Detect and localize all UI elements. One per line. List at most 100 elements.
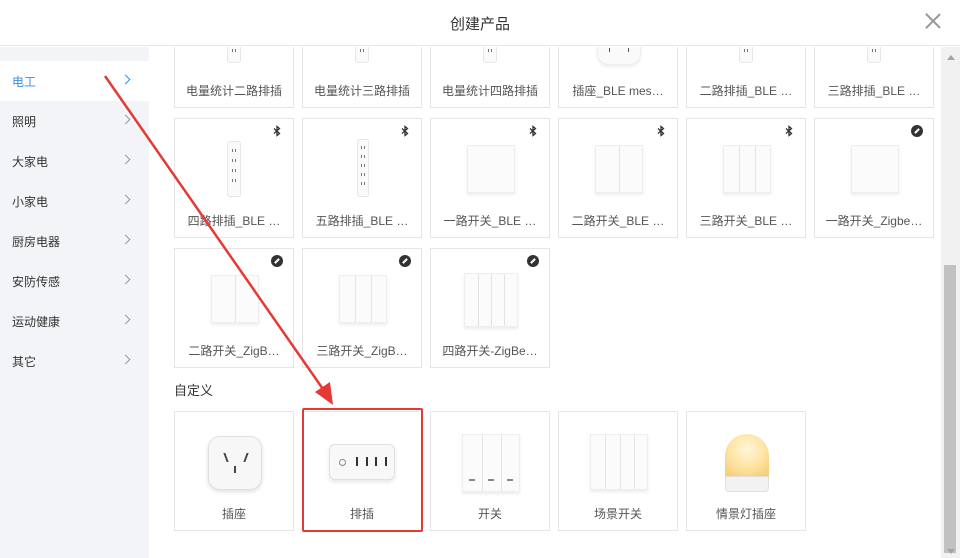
product-label: 插座_BLE mes… (572, 84, 664, 98)
sidebar-item-label: 小家电 (12, 194, 49, 209)
product-grid: 电量统计二路排插 电量统计三路排插 电量统计四路排插 插座_BLE mes… 二… (149, 47, 941, 558)
vertical-scrollbar[interactable] (941, 47, 960, 558)
product-label: 五路排插_BLE … (315, 214, 409, 228)
chevron-right-icon (120, 314, 131, 325)
bluetooth-icon (783, 125, 795, 137)
sidebar-item-label: 其它 (12, 354, 37, 369)
sidebar-item-label: 大家电 (12, 154, 49, 169)
power-strip-icon (483, 47, 497, 63)
chevron-right-icon (120, 114, 131, 125)
product-card[interactable]: 电量统计三路排插 (302, 47, 422, 108)
switch-icon (339, 275, 387, 323)
product-card[interactable]: 二路排插_BLE … (686, 47, 806, 108)
power-strip-icon (227, 47, 241, 63)
zigbee-icon (527, 255, 539, 267)
product-card[interactable]: 三路开关_ZigB… (302, 248, 422, 368)
product-card[interactable]: 插座_BLE mes… (558, 47, 678, 108)
product-label: 场景开关 (593, 507, 642, 521)
switch-icon (851, 145, 899, 193)
power-strip-icon (867, 47, 881, 63)
product-label: 电量统计三路排插 (313, 84, 410, 98)
custom-product-night-light-socket[interactable]: 情景灯插座 (686, 411, 806, 531)
zigbee-icon (399, 255, 411, 267)
product-label: 二路开关_BLE … (571, 214, 665, 228)
power-strip-icon (227, 141, 241, 197)
power-strip-icon (739, 47, 753, 63)
sidebar-item-security[interactable]: 安防传感 (0, 261, 149, 301)
chevron-right-icon (120, 354, 131, 365)
product-label: 三路开关_ZigB… (316, 344, 408, 358)
sidebar-item-electrician[interactable]: 电工 (0, 61, 149, 101)
power-strip-icon (355, 47, 369, 63)
scene-switch-icon (590, 434, 648, 490)
product-label: 三路开关_BLE … (699, 214, 793, 228)
product-label: 一路开关_Zigbe… (825, 214, 923, 228)
product-card[interactable]: 四路排插_BLE … (174, 118, 294, 238)
product-label: 三路排插_BLE … (827, 84, 921, 98)
product-label: 四路排插_BLE … (187, 214, 281, 228)
product-card[interactable]: 三路排插_BLE … (814, 47, 934, 108)
sidebar-item-small-appliance[interactable]: 小家电 (0, 181, 149, 221)
sidebar-item-lighting[interactable]: 照明 (0, 101, 149, 141)
chevron-right-icon (120, 194, 131, 205)
bluetooth-icon (527, 125, 539, 137)
scroll-down-icon[interactable] (947, 549, 955, 554)
chevron-right-icon (120, 74, 131, 85)
socket-icon (597, 47, 641, 65)
chevron-right-icon (120, 274, 131, 285)
night-light-icon (725, 434, 769, 494)
scroll-thumb[interactable] (944, 265, 956, 553)
sidebar-item-other[interactable]: 其它 (0, 341, 149, 381)
sidebar-item-label: 照明 (12, 114, 37, 129)
custom-product-switch[interactable]: 开关 (430, 411, 550, 531)
sidebar-item-large-appliance[interactable]: 大家电 (0, 141, 149, 181)
sidebar-item-kitchen[interactable]: 厨房电器 (0, 221, 149, 261)
zigbee-icon (271, 255, 283, 267)
custom-product-power-strip[interactable]: 排插 (302, 411, 422, 531)
product-card[interactable]: 五路排插_BLE … (302, 118, 422, 238)
product-card[interactable]: 四路开关-ZigBe… (430, 248, 550, 368)
switch-icon (462, 434, 520, 492)
dialog-title: 创建产品 (449, 16, 510, 33)
socket-icon (208, 436, 262, 490)
close-icon[interactable] (924, 12, 942, 30)
category-sidebar: 电工 照明 大家电 小家电 厨房电器 安防传感 运动健康 其它 (0, 47, 149, 558)
product-label: 二路排插_BLE … (699, 84, 793, 98)
product-label: 排插 (349, 507, 374, 521)
dialog-header: 创建产品 (0, 0, 960, 46)
switch-icon (211, 275, 259, 323)
product-card[interactable]: 电量统计二路排插 (174, 47, 294, 108)
sidebar-item-label: 厨房电器 (12, 234, 61, 249)
product-label: 插座 (221, 507, 246, 521)
product-label: 电量统计二路排插 (185, 84, 282, 98)
bluetooth-icon (271, 125, 283, 137)
product-card[interactable]: 电量统计四路排插 (430, 47, 550, 108)
sidebar-item-label: 运动健康 (12, 314, 61, 329)
product-card[interactable]: 一路开关_BLE … (430, 118, 550, 238)
power-strip-icon (329, 444, 395, 480)
custom-section-title: 自定义 (174, 383, 214, 398)
switch-icon (595, 145, 643, 193)
sidebar-item-label: 安防传感 (12, 274, 61, 289)
product-card[interactable]: 一路开关_Zigbe… (814, 118, 934, 238)
switch-icon (723, 145, 771, 193)
scroll-up-icon[interactable] (947, 55, 955, 60)
product-label: 一路开关_BLE … (443, 214, 537, 228)
custom-product-scene-switch[interactable]: 场景开关 (558, 411, 678, 531)
bluetooth-icon (399, 125, 411, 137)
product-card[interactable]: 二路开关_BLE … (558, 118, 678, 238)
product-card[interactable]: 二路开关_ZigB… (174, 248, 294, 368)
custom-product-socket[interactable]: 插座 (174, 411, 294, 531)
chevron-right-icon (120, 154, 131, 165)
switch-icon (467, 145, 515, 193)
chevron-right-icon (120, 234, 131, 245)
sidebar-item-label: 电工 (12, 74, 37, 89)
sidebar-item-sports-health[interactable]: 运动健康 (0, 301, 149, 341)
bluetooth-icon (655, 125, 667, 137)
power-strip-icon (357, 139, 369, 197)
product-label: 开关 (477, 507, 502, 521)
zigbee-icon (911, 125, 923, 137)
product-label: 情景灯插座 (715, 507, 776, 521)
product-label: 二路开关_ZigB… (188, 344, 280, 358)
product-card[interactable]: 三路开关_BLE … (686, 118, 806, 238)
